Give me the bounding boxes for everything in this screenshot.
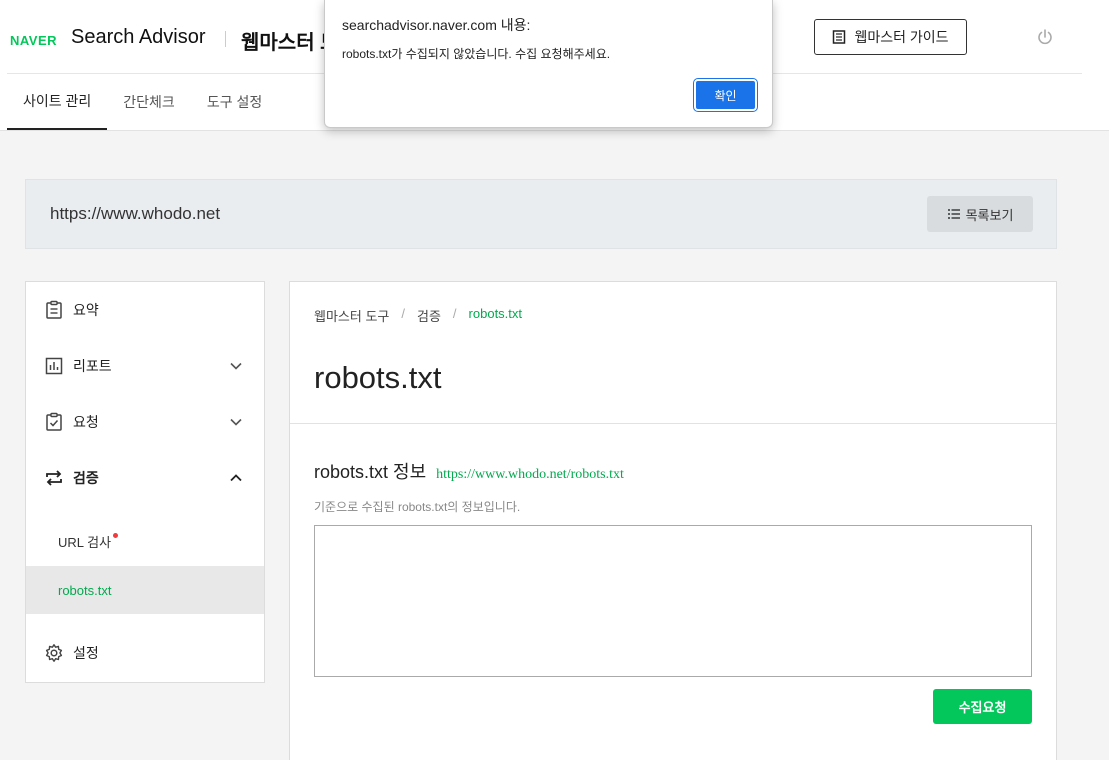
chevron-up-icon bbox=[230, 474, 242, 482]
site-url: https://www.whodo.net bbox=[50, 204, 221, 223]
breadcrumb-item-current: robots.txt bbox=[468, 306, 523, 321]
breadcrumb-separator: / bbox=[452, 306, 457, 321]
sidebar: 요약 리포트 요청 검증 URL 검사 robots.txt 설정 bbox=[25, 281, 265, 683]
breadcrumb-separator: / bbox=[401, 306, 405, 321]
book-icon bbox=[833, 30, 846, 44]
new-badge-dot bbox=[113, 533, 118, 538]
chevron-down-icon bbox=[230, 418, 242, 426]
header-divider bbox=[225, 31, 226, 47]
section-divider bbox=[290, 423, 1056, 424]
robots-url-link[interactable]: https://www.whodo.net/robots.txt bbox=[436, 467, 624, 483]
tab-tool-settings[interactable]: 도구 설정 bbox=[191, 74, 278, 130]
repeat-icon bbox=[46, 470, 62, 486]
main-tabs: 사이트 관리 간단체크 도구 설정 bbox=[7, 74, 278, 130]
dialog-ok-button[interactable]: 확인 bbox=[693, 78, 758, 112]
robots-info-header: robots.txt 정보 https://www.whodo.net/robo… bbox=[314, 458, 624, 484]
main-panel: 웹마스터 도구 / 검증 / robots.txt robots.txt rob… bbox=[289, 281, 1057, 760]
sidebar-item-label: 검증 bbox=[73, 470, 99, 486]
list-view-label: 목록보기 bbox=[965, 207, 1014, 223]
sidebar-item-report[interactable]: 리포트 bbox=[26, 338, 264, 394]
sidebar-subitem-label: robots.txt bbox=[58, 582, 112, 598]
sidebar-item-label: 설정 bbox=[73, 645, 99, 661]
app-name[interactable]: Search Advisor bbox=[71, 26, 206, 49]
sidebar-item-settings[interactable]: 설정 bbox=[26, 625, 264, 681]
power-icon[interactable] bbox=[1036, 28, 1054, 46]
sidebar-subitem-label: URL 검사 bbox=[58, 534, 112, 550]
list-view-button[interactable]: 목록보기 bbox=[927, 196, 1033, 232]
alert-dialog: searchadvisor.naver.com 내용: robots.txt가 … bbox=[324, 0, 773, 128]
sidebar-item-summary[interactable]: 요약 bbox=[26, 282, 264, 338]
sidebar-item-request[interactable]: 요청 bbox=[26, 394, 264, 450]
tab-site-management[interactable]: 사이트 관리 bbox=[7, 74, 108, 130]
webmaster-guide-label: 웹마스터 가이드 bbox=[854, 29, 949, 45]
gear-icon bbox=[45, 644, 63, 662]
robots-content-box[interactable] bbox=[314, 525, 1032, 677]
chevron-down-icon bbox=[230, 362, 242, 370]
page-title: robots.txt bbox=[314, 360, 442, 395]
tab-quick-check[interactable]: 간단체크 bbox=[107, 74, 191, 130]
sidebar-subitem-url-inspect[interactable]: URL 검사 bbox=[26, 517, 264, 565]
clipboard-check-icon bbox=[46, 412, 62, 431]
robots-info-description: 기준으로 수집된 robots.txt의 정보입니다. bbox=[314, 500, 521, 514]
list-icon bbox=[947, 209, 960, 219]
site-bar: https://www.whodo.net 목록보기 bbox=[25, 179, 1057, 249]
sidebar-subitem-robots[interactable]: robots.txt bbox=[26, 566, 264, 614]
sidebar-item-label: 요약 bbox=[73, 302, 99, 318]
sidebar-item-label: 요청 bbox=[73, 414, 99, 430]
robots-info-title: robots.txt 정보 bbox=[314, 462, 427, 482]
sidebar-item-verify[interactable]: 검증 bbox=[26, 450, 264, 506]
naver-logo[interactable]: NAVER bbox=[10, 33, 57, 48]
breadcrumb-item-verify[interactable]: 검증 bbox=[417, 306, 441, 325]
breadcrumb-item-webmaster-tools[interactable]: 웹마스터 도구 bbox=[314, 306, 389, 325]
webmaster-guide-button[interactable]: 웹마스터 가이드 bbox=[814, 19, 967, 55]
collect-request-button[interactable]: 수집요청 bbox=[933, 689, 1032, 724]
sidebar-item-label: 리포트 bbox=[73, 358, 112, 374]
dialog-message: robots.txt가 수집되지 않았습니다. 수집 요청해주세요. bbox=[342, 47, 611, 61]
bar-chart-icon bbox=[45, 357, 63, 375]
breadcrumb: 웹마스터 도구 / 검증 / robots.txt bbox=[314, 306, 522, 325]
clipboard-icon bbox=[46, 300, 62, 319]
dialog-title: searchadvisor.naver.com 내용: bbox=[342, 17, 531, 33]
